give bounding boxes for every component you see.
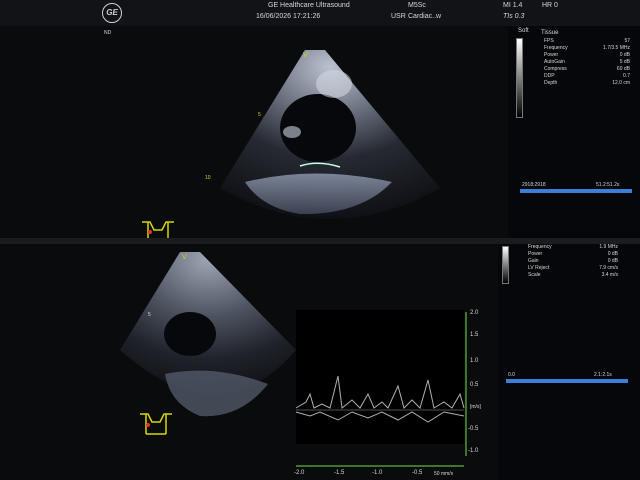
params-list: FPS 57 Frequency 1.7/3.5 MHz Power 0 dB Aut… [544,38,630,87]
time-tick: -2.0 [294,470,305,476]
velocity-tick: 1.0 [470,358,479,364]
param-row: Scale 3.4 m/s [528,272,618,278]
time-tick: -0.5 [412,470,423,476]
time-tick: -1.0 [372,470,383,476]
top-monitor: GE GE Healthcare Ultrasound 16/06/2026 1… [0,0,640,238]
cine-time-label: 51.2:51.2s [596,182,620,188]
velocity-tick: 0.5 [470,382,479,388]
bottom-monitor: V 5 2.0 1.5 1.0 0.5 [m/s] -0.5 -1.0 -2.0… [0,244,640,480]
param-row: Frequency 1.7/3.5 MHz [544,45,630,51]
param-row: Power 0 dB [528,251,618,257]
cine-progress [520,189,632,193]
cine-frame-label: 2918:2918 [522,182,546,188]
params-list-2: Frequency 1.9 MHz Power 0 dB Gain 0 dB LV R… [528,244,618,279]
param-row: FPS 57 [544,38,630,44]
param-row: Frequency 1.9 MHz [528,244,618,250]
grayscale-bar-2 [502,246,509,284]
param-row: Power 0 dB [544,52,630,58]
velocity-tick: 1.5 [470,332,479,338]
velocity-tick: -1.0 [468,448,479,454]
cine-scrollbar[interactable] [520,189,632,193]
param-row: Compress 60 dB [544,66,630,72]
param-row: AutoGain 5 dB [544,59,630,65]
param-row: DDP 0.7 [544,73,630,79]
cine-time-label-2: 2.1:2.1s [594,372,612,378]
velocity-tick: 2.0 [470,310,479,316]
grayscale-bar [516,38,523,118]
velocity-tick: -0.5 [468,426,479,432]
param-row: LV Reject 7.9 cm/s [528,265,618,271]
sweep-speed-label: 50 mm/s [434,471,454,477]
cine-progress-2 [506,379,628,383]
grayscale-label: Soft [518,28,529,34]
cine-scrollbar-2[interactable] [506,379,628,383]
velocity-unit: [m/s] [470,404,481,410]
time-tick: -1.5 [334,470,345,476]
param-row: Gain 0 dB [528,258,618,264]
params-panel-2 [498,244,640,480]
params-title: Tissue [541,30,559,36]
param-row: Depth 12.0 cm [544,80,630,86]
cine-frame-label-2: 0.0 [508,372,515,378]
